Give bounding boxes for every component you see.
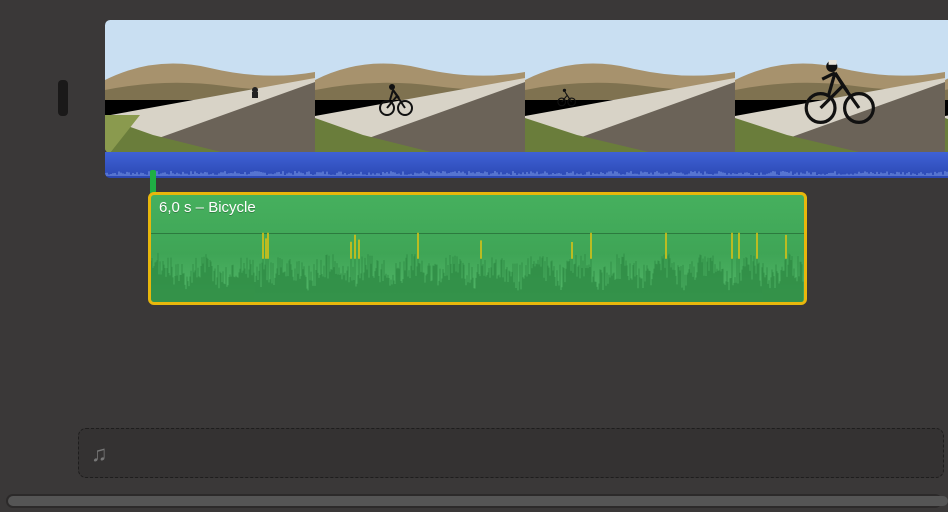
clip-thumbnail	[315, 20, 525, 153]
audio-clip-header: 6,0 s – Bicycle	[151, 195, 804, 223]
audio-clip-label: 6,0 s – Bicycle	[159, 199, 256, 216]
playhead[interactable]	[150, 170, 156, 194]
audio-waveform	[151, 225, 804, 302]
clip-thumbnail	[525, 20, 735, 153]
horizontal-scrollbar[interactable]	[6, 494, 942, 508]
clip-thumbnail	[105, 20, 315, 153]
video-audio-waveform	[105, 164, 948, 176]
audio-clip[interactable]: 6,0 s – Bicycle	[148, 192, 807, 305]
video-clip[interactable]	[105, 20, 948, 153]
timeline-panel: 6,0 s – Bicycle ♫	[0, 0, 948, 512]
clip-thumbnail	[735, 20, 945, 153]
scrollbar-thumb[interactable]	[8, 496, 948, 506]
music-well[interactable]: ♫	[78, 428, 944, 478]
video-clip-audio-band[interactable]	[105, 152, 948, 178]
music-note-icon: ♫	[91, 441, 108, 467]
timeline-start-handle[interactable]	[58, 80, 68, 116]
